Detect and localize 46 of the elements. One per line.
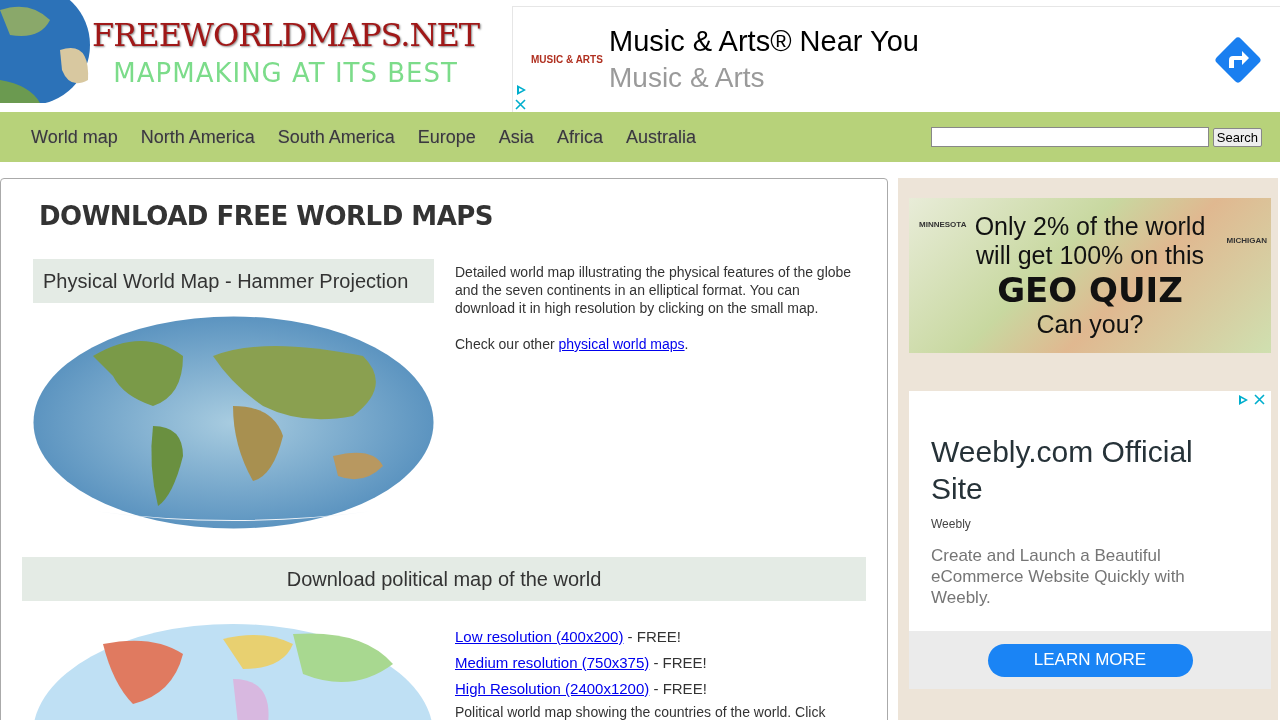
download-link[interactable]: High Resolution (2400x1200) <box>455 680 650 697</box>
more-maps-text: Check our other physical world maps. <box>455 335 690 353</box>
close-icon[interactable] <box>515 99 526 110</box>
page-heading: DOWNLOAD FREE WORLD MAPS <box>39 201 495 231</box>
map-label: MICHIGAN <box>1226 236 1267 245</box>
search-button[interactable]: Search <box>1212 127 1262 147</box>
nav-link[interactable]: North America <box>140 126 255 148</box>
download-link[interactable]: Medium resolution (750x375) <box>455 654 650 671</box>
map-description: Political world map showing the countries of the world. Click <box>455 703 827 720</box>
globe-icon <box>0 0 90 103</box>
quiz-ad-text: will get 100% on this <box>976 241 1204 270</box>
download-option: Low resolution (400x200) - FREE! <box>455 624 855 650</box>
download-link[interactable]: Low resolution (400x200) <box>455 628 624 645</box>
ad-card[interactable]: Weebly.com Official Site Weebly Create and Launch a Beautiful eCommerce Website Quickly with Weebly. LEARN MORE <box>909 391 1271 689</box>
quiz-ad-text: Only 2% of the world <box>974 212 1206 241</box>
ad-headline: Weebly.com Official Site <box>931 434 1194 507</box>
quiz-ad[interactable]: MINNESOTA MICHIGAN Only 2% of the world will get 100% on this GEO QUIZ Can you? <box>909 198 1271 353</box>
map-label: MINNESOTA <box>919 220 967 229</box>
ad-brand-logo: MUSIC & ARTS <box>531 54 604 65</box>
quiz-ad-text: Can you? <box>1036 310 1144 339</box>
quiz-ad-text: GEO QUIZ <box>997 270 1183 310</box>
map-description: Detailed world map illustrating the physical features of the globe and the seven continents in an elliptical format. You can download it in high resolution by clicking on the small map. <box>455 263 853 317</box>
political-world-map-drawing[interactable] <box>33 624 434 720</box>
ad-advertiser: Weebly <box>931 517 972 531</box>
nav-link[interactable]: Africa <box>556 126 603 148</box>
nav-link[interactable]: South America <box>277 126 395 148</box>
section-title: Physical World Map - Hammer Projection <box>33 259 434 303</box>
learn-more-button[interactable]: LEARN MORE <box>987 643 1193 677</box>
ad-choices-icon[interactable] <box>1237 394 1249 406</box>
download-option: Medium resolution (750x375) - FREE! <box>455 650 855 676</box>
close-icon[interactable] <box>1254 394 1265 405</box>
text-link[interactable]: physical world maps <box>558 336 685 352</box>
ad-advertiser: Music & Arts <box>609 62 766 94</box>
ad-choices-icon[interactable] <box>515 84 527 96</box>
nav-link[interactable]: Asia <box>498 126 534 148</box>
ad-headline: Music & Arts® Near You <box>609 25 919 58</box>
ad-description: Create and Launch a Beautiful eCommerce Website Quickly with Weebly. <box>931 545 1186 608</box>
search-field[interactable] <box>930 127 1209 147</box>
nav-link[interactable]: Europe <box>417 126 476 148</box>
download-option: High Resolution (2400x1200) - FREE! <box>455 676 855 702</box>
physical-world-map-drawing[interactable] <box>33 316 434 529</box>
logo-title: FREEWORLDMAPS.NET <box>92 15 480 54</box>
logo-tagline: MAPMAKING AT ITS BEST <box>113 57 458 88</box>
nav-link[interactable]: World map <box>31 126 118 148</box>
section-title: Download political map of the world <box>22 557 866 601</box>
nav-link[interactable]: Australia <box>625 126 696 148</box>
